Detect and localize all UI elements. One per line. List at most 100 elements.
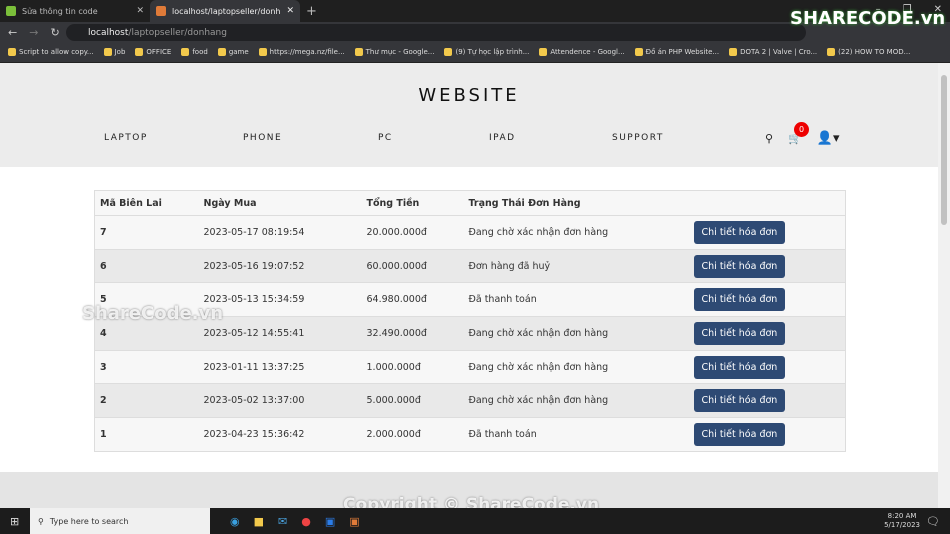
watermark: ShareCode.vn bbox=[82, 303, 224, 324]
file-explorer-icon[interactable]: ■ bbox=[254, 515, 264, 528]
watermark-copyright: Copyright © ShareCode.vn bbox=[343, 495, 600, 508]
cart-count-badge: 0 bbox=[794, 122, 810, 137]
bookmark-item[interactable]: Script to allow copy... bbox=[8, 48, 94, 56]
bookmark-item[interactable]: (9) Tự học lập trình... bbox=[444, 48, 529, 56]
order-total: 32.490.000đ bbox=[361, 316, 464, 351]
order-status: Đang chờ xác nhận đơn hàng bbox=[463, 316, 689, 351]
scrollbar[interactable] bbox=[938, 63, 950, 508]
sharecode-logo: SHARECODE.vn bbox=[790, 8, 946, 29]
bookmark-icon bbox=[135, 48, 144, 56]
bookmark-icon bbox=[217, 48, 226, 56]
bookmark-item[interactable]: (22) HOW TO MOD... bbox=[827, 48, 910, 56]
nav-laptop[interactable]: LAPTOP bbox=[104, 133, 148, 143]
order-total: 5.000.000đ bbox=[361, 383, 464, 418]
order-status: Đang chờ xác nhận đơn hàng bbox=[463, 349, 689, 384]
xampp-icon[interactable]: ▣ bbox=[349, 515, 359, 528]
order-status: Đã thanh toán bbox=[463, 282, 689, 317]
order-date: 2023-05-17 08:19:54 bbox=[198, 215, 362, 250]
edge-icon[interactable]: ◉ bbox=[230, 515, 240, 528]
windows-start-icon[interactable]: ⊞ bbox=[10, 515, 19, 528]
favicon-icon bbox=[6, 6, 16, 16]
bookmark-icon bbox=[354, 48, 363, 56]
new-tab-button[interactable]: + bbox=[306, 4, 317, 19]
close-icon[interactable]: ✕ bbox=[286, 6, 294, 16]
browser-tab[interactable]: Sửa thông tin code ✕ bbox=[0, 0, 150, 22]
order-detail-button[interactable]: Chi tiết hóa đơn bbox=[693, 422, 786, 446]
mail-icon[interactable]: ✉ bbox=[278, 515, 287, 528]
close-icon[interactable]: ✕ bbox=[136, 6, 144, 16]
order-status: Đơn hàng đã huỷ bbox=[463, 248, 689, 283]
bookmark-item[interactable]: Attendence - Googl... bbox=[539, 48, 625, 56]
col-id: Mã Biên Lai bbox=[94, 190, 199, 216]
order-detail-button[interactable]: Chi tiết hóa đơn bbox=[693, 254, 786, 278]
reload-icon[interactable]: ↻ bbox=[50, 26, 59, 39]
bookmark-icon bbox=[8, 48, 16, 56]
order-detail-button[interactable]: Chi tiết hóa đơn bbox=[693, 321, 786, 345]
bookmark-item[interactable]: Đồ án PHP Website... bbox=[634, 48, 719, 56]
site-header: WEBSITE LAPTOP PHONE PC IPAD SUPPORT ⚲ 🛒… bbox=[0, 63, 938, 167]
order-detail-button[interactable]: Chi tiết hóa đơn bbox=[693, 288, 786, 312]
bookmark-item[interactable]: Thư mục - Google... bbox=[354, 48, 434, 56]
bookmark-item[interactable]: https://mega.nz/file... bbox=[258, 48, 345, 56]
bookmark-item[interactable]: OFFICE bbox=[135, 48, 171, 56]
table-row: 1 2023-04-23 15:36:42 2.000.000đ Đã thanh t… bbox=[94, 417, 846, 452]
order-detail-button[interactable]: Chi tiết hóa đơn bbox=[693, 220, 786, 244]
clock[interactable]: 8:20 AM 5/17/2023 bbox=[884, 512, 920, 530]
col-total: Tổng Tiền bbox=[361, 190, 464, 216]
order-status: Đã thanh toán bbox=[463, 417, 689, 452]
nav-phone[interactable]: PHONE bbox=[243, 133, 282, 143]
bookmark-icon bbox=[634, 48, 643, 56]
order-total: 2.000.000đ bbox=[361, 417, 464, 452]
order-detail-button[interactable]: Chi tiết hóa đơn bbox=[693, 389, 786, 413]
notifications-icon[interactable]: 🗨 bbox=[926, 515, 940, 528]
favicon-icon bbox=[156, 6, 166, 16]
site-brand[interactable]: WEBSITE bbox=[0, 85, 938, 106]
order-id: 3 bbox=[94, 349, 199, 384]
bookmark-icon bbox=[258, 48, 267, 56]
user-menu-icon[interactable]: 👤▾ bbox=[817, 131, 840, 146]
cart-icon[interactable]: 🛒 0 bbox=[788, 122, 810, 145]
bookmark-item[interactable]: food bbox=[181, 48, 208, 56]
order-date: 2023-05-02 13:37:00 bbox=[198, 383, 362, 418]
bookmark-icon bbox=[729, 48, 738, 56]
table-row: 6 2023-05-16 19:07:52 60.000.000đ Đơn hàng … bbox=[94, 248, 846, 283]
zalo-icon[interactable]: ▣ bbox=[325, 515, 335, 528]
search-icon[interactable]: ⚲ bbox=[765, 132, 773, 145]
order-total: 20.000.000đ bbox=[361, 215, 464, 250]
bookmark-item[interactable]: DOTA 2 | Valve | Cro... bbox=[729, 48, 817, 56]
nav-pc[interactable]: PC bbox=[378, 133, 393, 143]
address-bar: ← → ↻ localhost/laptopseller/donhang SHARE… bbox=[0, 8, 950, 42]
order-detail-button[interactable]: Chi tiết hóa đơn bbox=[693, 355, 786, 379]
order-total: 64.980.000đ bbox=[361, 282, 464, 317]
order-date: 2023-04-23 15:36:42 bbox=[198, 417, 362, 452]
taskbar: ⊞ ⚲ Type here to search ◉ ■ ✉ ● ▣ ▣ 8:20 … bbox=[0, 508, 950, 534]
taskbar-search[interactable]: ⚲ Type here to search bbox=[30, 508, 210, 534]
browser-tab-active[interactable]: localhost/laptopseller/donhang✕ bbox=[150, 0, 300, 22]
bookmark-item[interactable]: game bbox=[217, 48, 249, 56]
col-date: Ngày Mua bbox=[198, 190, 362, 216]
bookmarks-bar: Script to allow copy... Job OFFICE food game… bbox=[0, 42, 950, 63]
order-id: 6 bbox=[94, 248, 199, 283]
order-date: 2023-01-11 13:37:25 bbox=[198, 349, 362, 384]
order-total: 60.000.000đ bbox=[361, 248, 464, 283]
order-status: Đang chờ xác nhận đơn hàng bbox=[463, 383, 689, 418]
nav-ipad[interactable]: IPAD bbox=[489, 133, 516, 143]
chrome-icon[interactable]: ● bbox=[301, 515, 311, 528]
search-icon: ⚲ bbox=[38, 516, 44, 526]
back-icon[interactable]: ← bbox=[8, 26, 17, 39]
order-status: Đang chờ xác nhận đơn hàng bbox=[463, 215, 689, 250]
order-id: 7 bbox=[94, 215, 199, 250]
bookmark-icon bbox=[444, 48, 453, 56]
url-input[interactable]: localhost/laptopseller/donhang bbox=[66, 24, 806, 41]
forward-icon[interactable]: → bbox=[29, 26, 38, 39]
order-id: 1 bbox=[94, 417, 199, 452]
page: WEBSITE LAPTOP PHONE PC IPAD SUPPORT ⚲ 🛒… bbox=[0, 63, 938, 508]
col-status: Trạng Thái Đơn Hàng bbox=[463, 190, 689, 216]
bookmark-icon bbox=[181, 48, 190, 56]
table-row: 3 2023-01-11 13:37:25 1.000.000đ Đang chờ x… bbox=[94, 349, 846, 384]
order-id: 2 bbox=[94, 383, 199, 418]
bookmark-icon bbox=[827, 48, 836, 56]
bookmark-item[interactable]: Job bbox=[103, 48, 125, 56]
nav-support[interactable]: SUPPORT bbox=[612, 133, 664, 143]
bookmark-icon bbox=[539, 48, 548, 56]
